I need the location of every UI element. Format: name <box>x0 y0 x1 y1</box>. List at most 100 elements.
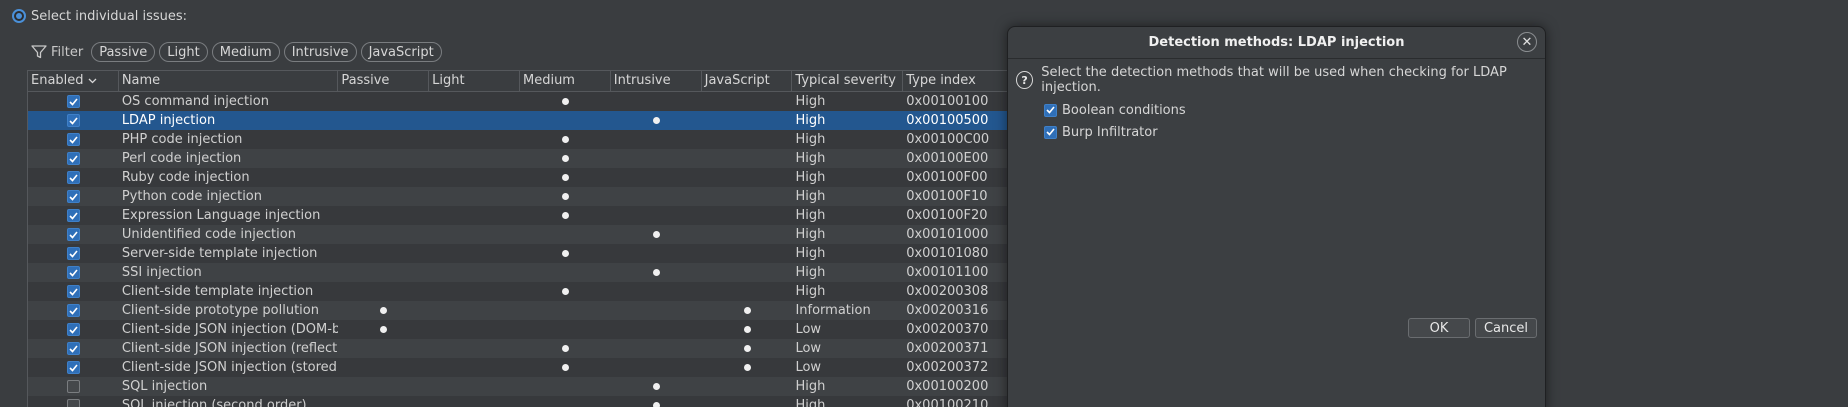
issue-name: SSI injection <box>121 265 202 280</box>
cancel-button[interactable]: Cancel <box>1475 318 1537 338</box>
enabled-cell <box>28 187 119 206</box>
enabled-checkbox[interactable] <box>66 342 80 355</box>
enabled-checkbox[interactable] <box>66 285 80 298</box>
intrusive-cell <box>611 225 702 244</box>
table-row[interactable]: PHP code injection High 0x00100C00 <box>28 130 1027 149</box>
medium-cell <box>520 168 611 187</box>
severity-cell: High <box>795 284 826 299</box>
enabled-checkbox[interactable] <box>66 399 80 407</box>
enabled-checkbox[interactable] <box>66 380 80 393</box>
light-cell <box>429 320 520 339</box>
javascript-cell <box>702 301 793 320</box>
header-typical-severity[interactable]: Typical severity <box>792 71 904 91</box>
table-row[interactable]: Client-side JSON injection (reflected D.… <box>28 339 1027 358</box>
option-burp-infiltrator[interactable]: Burp Infiltrator <box>1044 123 1158 141</box>
table-row[interactable]: Perl code injection High 0x00100E00 <box>28 149 1027 168</box>
passive-cell <box>338 130 429 149</box>
filter-chip-javascript[interactable]: JavaScript <box>360 42 442 62</box>
enabled-checkbox[interactable] <box>66 266 80 279</box>
medium-dot-icon <box>561 98 569 105</box>
javascript-cell <box>702 168 793 187</box>
intrusive-cell <box>611 206 702 225</box>
filter-chip-passive[interactable]: Passive <box>91 42 156 62</box>
filter-chip-light[interactable]: Light <box>159 42 208 62</box>
table-row[interactable]: LDAP injection High 0x00100500 <box>28 111 1027 130</box>
header-intrusive[interactable]: Intrusive <box>611 71 702 91</box>
ok-button[interactable]: OK <box>1408 318 1470 338</box>
issue-name: LDAP injection <box>121 113 216 128</box>
javascript-cell <box>702 149 793 168</box>
intrusive-dot-icon <box>652 269 660 276</box>
severity-cell: High <box>795 398 826 407</box>
intrusive-dot-icon <box>652 231 660 238</box>
medium-cell <box>520 282 611 301</box>
enabled-checkbox[interactable] <box>66 323 80 336</box>
table-row[interactable]: Client-side JSON injection (stored DO...… <box>28 358 1027 377</box>
table-row[interactable]: SSI injection High 0x00101100 <box>28 263 1027 282</box>
table-row[interactable]: Client-side JSON injection (DOM-based) Lo… <box>28 320 1027 339</box>
filter-icon[interactable] <box>31 45 47 59</box>
table-row[interactable]: Server-side template injection High 0x0010… <box>28 244 1027 263</box>
table-row[interactable]: Client-side prototype pollution Informati… <box>28 301 1027 320</box>
intrusive-cell <box>611 377 702 396</box>
javascript-dot-icon <box>743 326 751 333</box>
javascript-cell <box>702 111 793 130</box>
medium-dot-icon <box>561 250 569 257</box>
issue-name: Client-side JSON injection (stored DO... <box>121 360 339 375</box>
header-enabled[interactable]: Enabled <box>28 71 119 91</box>
header-passive[interactable]: Passive <box>338 71 430 91</box>
table-row[interactable]: Expression Language injection High 0x00100… <box>28 206 1027 225</box>
severity-cell: High <box>795 189 826 204</box>
enabled-checkbox[interactable] <box>66 114 80 127</box>
enabled-checkbox[interactable] <box>66 152 80 165</box>
javascript-cell <box>702 187 793 206</box>
option-boolean-conditions[interactable]: Boolean conditions <box>1044 101 1186 119</box>
table-row[interactable]: Unidentified code injection High 0x0010100… <box>28 225 1027 244</box>
header-javascript[interactable]: JavaScript <box>702 71 793 91</box>
enabled-checkbox[interactable] <box>66 209 80 222</box>
filter-chip-intrusive[interactable]: Intrusive <box>283 42 357 62</box>
javascript-cell <box>702 206 793 225</box>
passive-cell <box>338 282 429 301</box>
header-medium[interactable]: Medium <box>520 71 611 91</box>
passive-cell <box>338 206 429 225</box>
light-cell <box>429 168 520 187</box>
radio-selected-icon[interactable] <box>12 9 26 23</box>
light-cell <box>429 187 520 206</box>
boolean-conditions-checkbox[interactable] <box>1044 103 1057 117</box>
burp-infiltrator-checkbox[interactable] <box>1044 125 1057 139</box>
table-row[interactable]: SQL injection High 0x00100200 <box>28 377 1027 396</box>
select-individual-issues-radio[interactable]: Select individual issues: <box>12 6 187 26</box>
table-row[interactable]: Python code injection High 0x00100F10 <box>28 187 1027 206</box>
medium-cell <box>520 396 611 407</box>
light-cell <box>429 282 520 301</box>
passive-cell <box>338 244 429 263</box>
enabled-checkbox[interactable] <box>66 228 80 241</box>
enabled-checkbox[interactable] <box>66 171 80 184</box>
medium-cell <box>520 187 611 206</box>
filter-chip-medium[interactable]: Medium <box>211 42 280 62</box>
boolean-conditions-label: Boolean conditions <box>1062 102 1186 118</box>
javascript-dot-icon <box>743 345 751 352</box>
enabled-checkbox[interactable] <box>66 133 80 146</box>
enabled-checkbox[interactable] <box>66 190 80 203</box>
table-row[interactable]: SQL injection (second order) High 0x001002… <box>28 396 1027 407</box>
enabled-checkbox[interactable] <box>66 247 80 260</box>
table-row[interactable]: OS command injection High 0x00100100 <box>28 92 1027 111</box>
passive-cell <box>338 187 429 206</box>
table-row[interactable]: Client-side template injection High 0x0020… <box>28 282 1027 301</box>
intrusive-cell <box>611 111 702 130</box>
close-icon[interactable]: ✕ <box>1517 32 1537 52</box>
table-row[interactable]: Ruby code injection High 0x00100F00 <box>28 168 1027 187</box>
light-cell <box>429 301 520 320</box>
enabled-checkbox[interactable] <box>66 304 80 317</box>
dialog-info: ? Select the detection methods that will… <box>1016 65 1545 95</box>
enabled-checkbox[interactable] <box>66 95 80 108</box>
enabled-checkbox[interactable] <box>66 361 80 374</box>
header-name[interactable]: Name <box>119 71 339 91</box>
light-cell <box>429 358 520 377</box>
issue-name: Python code injection <box>121 189 263 204</box>
header-light[interactable]: Light <box>429 71 520 91</box>
help-icon: ? <box>1016 71 1034 89</box>
severity-cell: High <box>795 151 826 166</box>
